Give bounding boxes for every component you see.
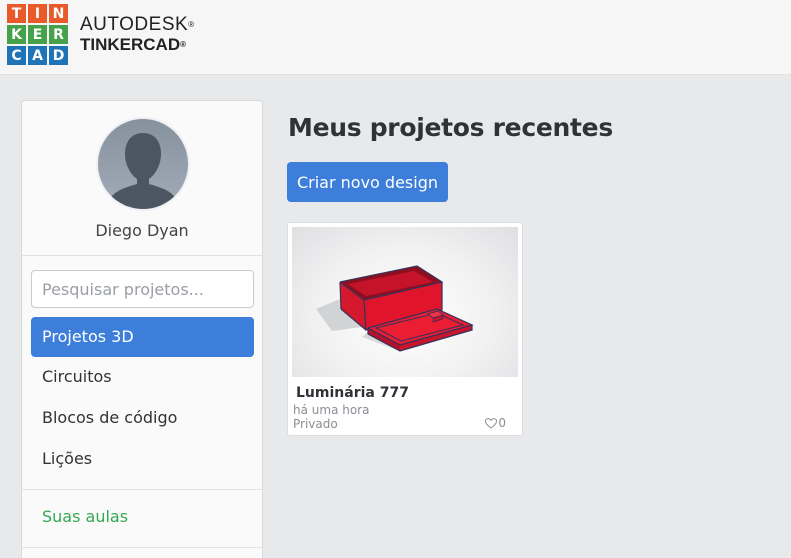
likes-counter[interactable]: 0 <box>485 416 506 430</box>
project-visibility: Privado <box>293 417 338 431</box>
heart-icon <box>485 417 498 429</box>
project-modified-time: há uma hora <box>293 403 370 417</box>
project-title[interactable]: Luminária 777 <box>296 385 409 401</box>
divider <box>22 489 262 490</box>
logo-tile: E <box>28 25 47 44</box>
brand-wordmark[interactable]: AUTODESK® TINKERCAD® <box>80 15 195 55</box>
sidebar-item-3d-projects[interactable]: Projetos 3D <box>31 317 254 357</box>
logo-tile: D <box>49 46 68 65</box>
project-thumbnail[interactable] <box>292 227 518 377</box>
divider <box>22 255 262 256</box>
sidebar: Diego Dyan Projetos 3D Circuitos Blocos … <box>21 100 263 558</box>
logo-tile: C <box>7 46 26 65</box>
top-bar: T I N K E R C A D AUTODESK® TINKERCAD® <box>0 0 791 75</box>
project-card[interactable]: Luminária 777 há uma hora Privado 0 <box>287 222 523 436</box>
avatar[interactable] <box>96 117 190 211</box>
box-model-image <box>316 265 474 352</box>
logo-tile: I <box>28 4 47 23</box>
page-title: Meus projetos recentes <box>288 113 613 142</box>
sidebar-item-code-blocks[interactable]: Blocos de código <box>31 398 254 438</box>
user-silhouette-icon <box>110 133 176 209</box>
search-input[interactable] <box>31 270 254 308</box>
logo-tile: N <box>49 4 68 23</box>
logo-tile: A <box>28 46 47 65</box>
brand-line-tinkercad: TINKERCAD® <box>80 35 187 54</box>
sidebar-item-lessons[interactable]: Lições <box>31 439 254 479</box>
logo-tile: T <box>7 4 26 23</box>
likes-count: 0 <box>498 416 506 430</box>
brand-line-autodesk: AUTODESK® <box>80 14 195 35</box>
logo-tile: R <box>49 25 68 44</box>
sidebar-item-your-classes[interactable]: Suas aulas <box>31 497 254 537</box>
user-name: Diego Dyan <box>95 221 189 240</box>
logo-tile: K <box>7 25 26 44</box>
create-new-design-button[interactable]: Criar novo design <box>287 162 448 202</box>
divider <box>22 547 262 548</box>
tinkercad-logo[interactable]: T I N K E R C A D <box>7 4 68 65</box>
sidebar-item-circuits[interactable]: Circuitos <box>31 357 254 397</box>
